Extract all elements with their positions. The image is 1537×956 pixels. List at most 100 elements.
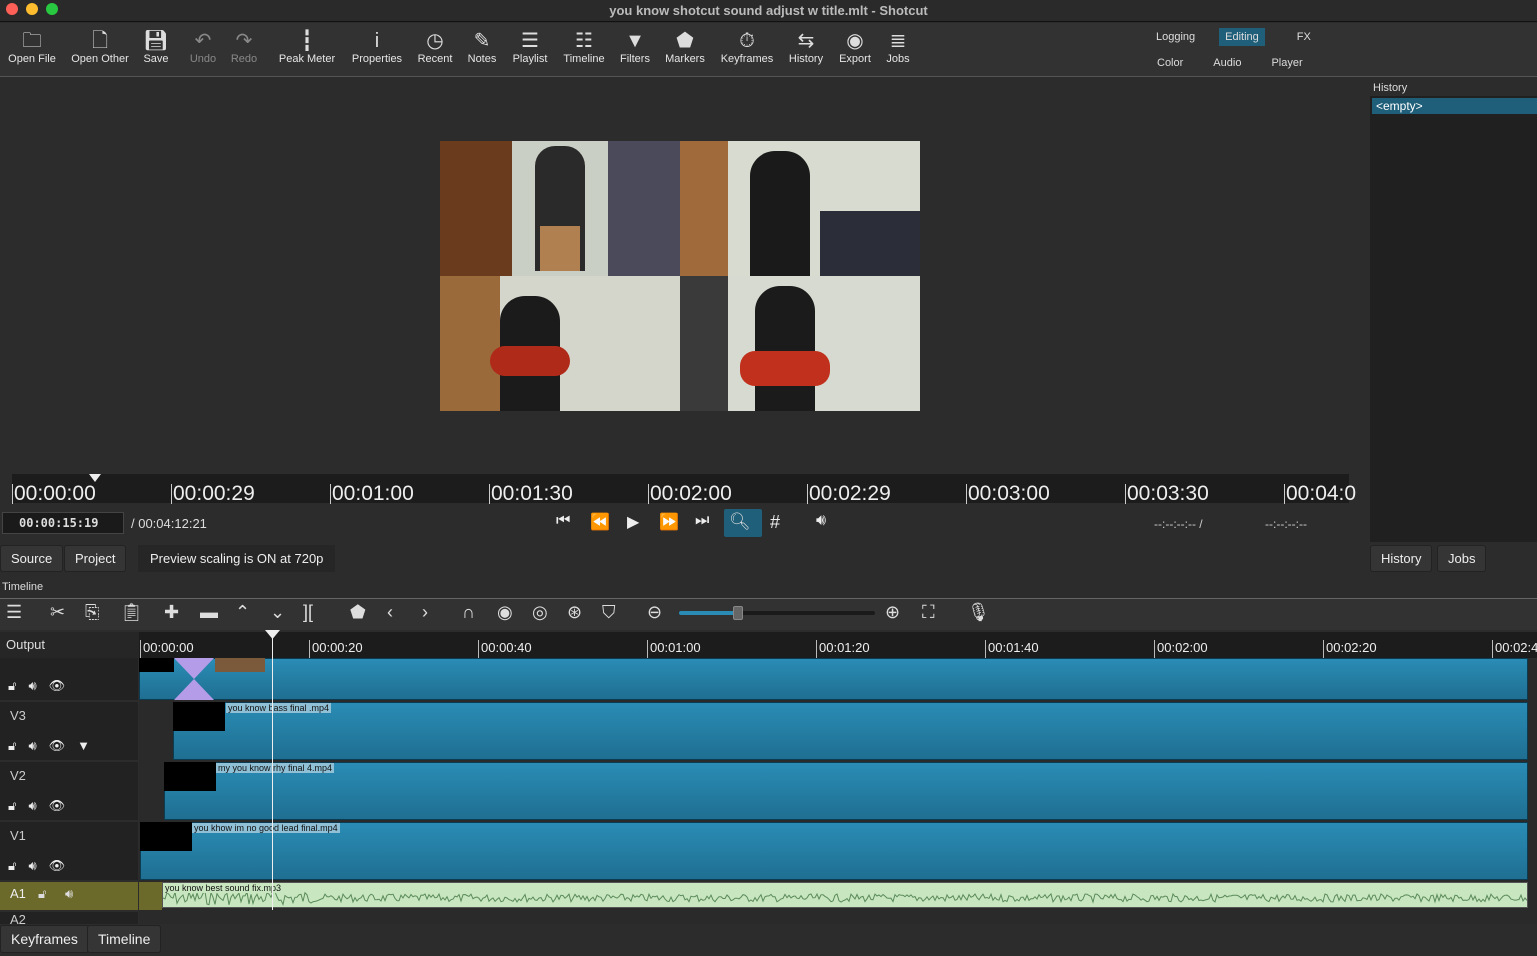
- clip-v1[interactable]: [140, 822, 1528, 880]
- remove-icon[interactable]: ▬: [200, 602, 218, 623]
- video-preview[interactable]: [440, 141, 920, 411]
- clip-name: you know bass final .mp4: [226, 703, 332, 713]
- ruler-label: 00:01:30: [489, 482, 573, 505]
- scrub-icon[interactable]: ◉: [497, 602, 513, 623]
- timeline-ruler-label: 00:01:20: [816, 640, 870, 658]
- ruler-label: 00:02:29: [807, 482, 891, 505]
- tab-jobs[interactable]: Jobs: [1437, 545, 1487, 572]
- lock-icon[interactable]: 🔓︎: [8, 678, 16, 694]
- toolbar-label: Playlist: [512, 53, 548, 65]
- player-ruler[interactable]: 00:00:00 00:00:29 00:01:00 00:01:30 00:02:00…: [12, 474, 1356, 505]
- timeline-ruler-label: 00:02:00: [1154, 640, 1208, 658]
- track-header-v2[interactable]: V2 🔓︎ 🔊︎ 👁︎: [0, 762, 138, 822]
- eye-icon[interactable]: 👁︎: [49, 738, 66, 754]
- next-marker-icon[interactable]: ›: [422, 602, 428, 623]
- clip-v3[interactable]: [173, 702, 1528, 760]
- marker-icon[interactable]: ⬟: [350, 602, 366, 623]
- volume-icon[interactable]: 🔊︎: [816, 512, 826, 530]
- tab-timeline[interactable]: Timeline: [87, 925, 162, 953]
- lock-icon[interactable]: 🔓︎: [8, 738, 16, 754]
- skip-to-end-icon[interactable]: ⏭: [695, 512, 709, 530]
- previous-marker-icon[interactable]: ‹: [387, 602, 393, 623]
- clip-thumb: [164, 762, 216, 791]
- split-icon[interactable]: ][: [303, 602, 313, 623]
- workspace-editing[interactable]: Editing: [1219, 28, 1265, 46]
- zoom-out-icon[interactable]: 🔍︎: [724, 509, 762, 537]
- clip-a1[interactable]: [162, 882, 1528, 908]
- toolbar-peak-meter-button[interactable]: ┇ Peak Meter: [272, 29, 342, 65]
- track-name: V2: [10, 768, 26, 783]
- position-field[interactable]: 00:00:15:19: [2, 512, 124, 534]
- play-icon[interactable]: ▶: [627, 512, 639, 532]
- tab-source[interactable]: Source: [0, 545, 64, 572]
- track-header-a2[interactable]: A2: [0, 912, 138, 924]
- lift-icon[interactable]: ⌃: [235, 602, 250, 623]
- ripple-all-icon[interactable]: ⊛: [567, 602, 582, 623]
- rewind-icon[interactable]: ⏪: [590, 512, 610, 532]
- mute-icon[interactable]: 🔊︎: [28, 738, 36, 754]
- audio-waveform: [163, 890, 1527, 906]
- tab-keyframes[interactable]: Keyframes: [0, 925, 89, 953]
- workspace-player[interactable]: Player: [1271, 54, 1302, 72]
- toolbar-jobs-button[interactable]: ≣ Jobs: [863, 29, 933, 65]
- ripple-markers-icon[interactable]: ⛉: [602, 602, 616, 623]
- zoom-slider[interactable]: [679, 606, 875, 620]
- toolbar-redo-button[interactable]: ↷ Redo: [209, 29, 279, 65]
- timeline-zoom-in-icon[interactable]: ⊕: [885, 602, 900, 623]
- mute-icon[interactable]: 🔊︎: [28, 678, 36, 694]
- lock-icon[interactable]: 🔓︎: [38, 886, 46, 902]
- track-header-v1[interactable]: V1 🔓︎ 🔊︎ 👁︎: [0, 822, 138, 882]
- cut-icon[interactable]: ✂: [50, 602, 65, 623]
- overwrite-icon[interactable]: ⌄: [270, 602, 285, 623]
- track-name: A2: [10, 912, 26, 924]
- workspace-color[interactable]: Color: [1157, 54, 1183, 72]
- eye-icon[interactable]: 👁︎: [49, 678, 66, 694]
- toolbar-label: Jobs: [886, 53, 910, 65]
- history-item[interactable]: <empty>: [1372, 98, 1537, 114]
- clip-v4[interactable]: [139, 658, 1528, 700]
- clip-v4-thumbnail: [215, 658, 265, 672]
- workspace-row-1: Logging Editing FX: [1150, 28, 1317, 46]
- menu-icon[interactable]: ☰: [6, 602, 22, 623]
- toolbar-open-file-button[interactable]: 🗀 Open File: [0, 29, 67, 65]
- zoom-fit-icon[interactable]: ⛶: [922, 602, 935, 623]
- toolbar-markers-button[interactable]: ⬟ Markers: [650, 29, 720, 65]
- timeline-zoom-out-icon[interactable]: ⊖: [647, 602, 662, 623]
- microphone-icon[interactable]: 🎙︎: [967, 602, 990, 623]
- eye-icon[interactable]: 👁︎: [49, 858, 66, 874]
- mute-icon[interactable]: 🔊︎: [65, 886, 73, 902]
- workspace-audio[interactable]: Audio: [1213, 54, 1241, 72]
- mute-icon[interactable]: 🔊︎: [28, 858, 36, 874]
- snap-icon[interactable]: ∩: [462, 602, 475, 623]
- timeline-ruler[interactable]: 00:00:00 00:00:20 00:00:40 00:01:00 00:01:20…: [139, 632, 1537, 658]
- skip-to-start-icon[interactable]: ⏮: [556, 512, 570, 530]
- track-name: V1: [10, 828, 26, 843]
- eye-icon[interactable]: 👁︎: [49, 798, 66, 814]
- clip-v2[interactable]: [164, 762, 1528, 820]
- fast-forward-icon[interactable]: ⏩: [659, 512, 679, 532]
- lock-icon[interactable]: 🔓︎: [8, 798, 16, 814]
- track-header-v4[interactable]: 🔓︎ 🔊︎ 👁︎: [0, 658, 138, 702]
- timeline-ruler-label: 00:02:20: [1323, 640, 1377, 658]
- track-header-a1[interactable]: A1 🔓︎ 🔊︎: [0, 882, 138, 910]
- filter-icon[interactable]: ▼: [77, 738, 90, 754]
- zoom-slider-handle[interactable]: [732, 606, 743, 620]
- title-bar: you know shotcut sound adjust w title.ml…: [0, 0, 1537, 22]
- grid-icon[interactable]: #: [770, 512, 780, 533]
- history-title: History: [1370, 80, 1537, 96]
- lock-icon[interactable]: 🔓︎: [8, 858, 16, 874]
- window-title: you know shotcut sound adjust w title.ml…: [609, 3, 928, 18]
- mute-icon[interactable]: 🔊︎: [28, 798, 36, 814]
- timeline-ruler-label: 00:00:40: [478, 640, 532, 658]
- tab-history[interactable]: History: [1370, 545, 1433, 572]
- track-header-v3[interactable]: V3 🔓︎ 🔊︎ 👁︎ ▼: [0, 702, 138, 762]
- workspace-fx[interactable]: FX: [1291, 28, 1317, 46]
- workspace-logging[interactable]: Logging: [1150, 28, 1201, 46]
- append-icon[interactable]: ✚: [164, 602, 179, 623]
- ripple-icon[interactable]: ◎: [532, 602, 548, 623]
- paste-icon[interactable]: 📋︎: [120, 602, 143, 623]
- copy-icon[interactable]: ⎘: [85, 602, 99, 623]
- a1-gap: [139, 882, 162, 910]
- timeline-playhead[interactable]: [272, 632, 273, 910]
- tab-project[interactable]: Project: [64, 545, 127, 572]
